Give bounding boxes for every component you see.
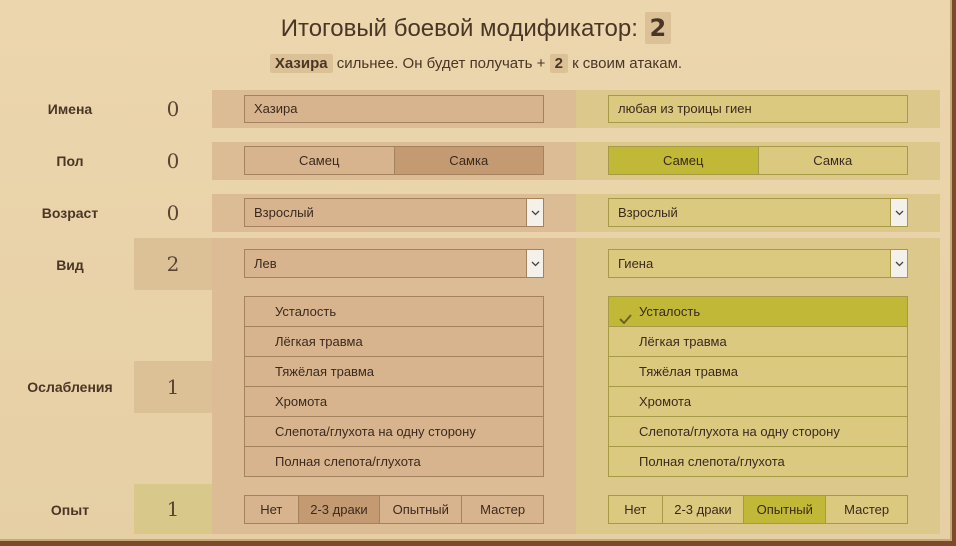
- right-names-cell: любая из троицы гиен: [576, 90, 940, 128]
- right-species-select[interactable]: Гиена: [608, 249, 908, 278]
- battle-modifier-panel: Итоговый боевой модификатор: 2 Хазира си…: [0, 0, 952, 541]
- experience-row: Опыт 1 Нет 2-3 драки Опытный Мастер Нет …: [0, 484, 950, 534]
- left-debuffs-cell: Усталость Лёгкая травма Тяжёлая травма Х…: [212, 290, 576, 484]
- species-score: 2: [134, 238, 212, 290]
- right-sex-toggle: Самец Самка: [608, 146, 908, 175]
- right-exp-none-button[interactable]: Нет: [609, 496, 662, 523]
- left-exp-experienced-button[interactable]: Опытный: [379, 496, 462, 523]
- left-species-value: Лев: [254, 256, 277, 271]
- right-experience-cell: Нет 2-3 драки Опытный Мастер: [576, 484, 940, 534]
- right-debuff-item[interactable]: Хромота: [609, 386, 907, 416]
- right-debuffs-cell: Усталость Лёгкая травма Тяжёлая травма Х…: [576, 290, 940, 484]
- right-debuff-label: Усталость: [639, 304, 701, 319]
- right-species-value: Гиена: [618, 256, 654, 271]
- right-debuff-item[interactable]: Лёгкая травма: [609, 326, 907, 356]
- left-debuff-item[interactable]: Хромота: [245, 386, 543, 416]
- left-experience-toggle: Нет 2-3 драки Опытный Мастер: [244, 495, 544, 524]
- left-name-input[interactable]: Хазира: [244, 95, 544, 123]
- debuffs-label: Ослабления: [27, 379, 113, 395]
- left-species-select[interactable]: Лев: [244, 249, 544, 278]
- stronger-name: Хазира: [269, 54, 333, 73]
- left-exp-fights-button[interactable]: 2-3 драки: [297, 496, 380, 523]
- right-debuff-item-fatigue[interactable]: Усталость: [609, 297, 907, 326]
- left-age-select[interactable]: Взрослый: [244, 198, 544, 227]
- right-age-value: Взрослый: [618, 205, 678, 220]
- left-age-value: Взрослый: [254, 205, 314, 220]
- sex-score: 0: [166, 149, 180, 173]
- left-debuffs-list: Усталость Лёгкая травма Тяжёлая травма Х…: [244, 296, 544, 477]
- right-sex-female-button[interactable]: Самка: [757, 147, 907, 174]
- left-sex-toggle: Самец Самка: [244, 146, 544, 175]
- sex-label: Пол: [56, 153, 84, 169]
- right-age-select[interactable]: Взрослый: [608, 198, 908, 227]
- right-species-cell: Гиена: [576, 238, 940, 290]
- right-debuff-item[interactable]: Слепота/глухота на одну сторону: [609, 416, 907, 446]
- chevron-down-icon[interactable]: [890, 199, 907, 226]
- right-sex-male-button[interactable]: Самец: [609, 147, 758, 174]
- right-debuff-item[interactable]: Полная слепота/глухота: [609, 446, 907, 476]
- age-score: 0: [166, 201, 180, 225]
- summary-text-2: к своим атакам.: [572, 55, 683, 72]
- title-text: Итоговый боевой модификатор:: [280, 15, 638, 42]
- left-exp-none-button[interactable]: Нет: [245, 496, 298, 523]
- right-sex-cell: Самец Самка: [576, 142, 940, 180]
- left-age-cell: Взрослый: [212, 194, 576, 232]
- left-sex-cell: Самец Самка: [212, 142, 576, 180]
- left-experience-cell: Нет 2-3 драки Опытный Мастер: [212, 484, 576, 534]
- right-exp-master-button[interactable]: Мастер: [825, 496, 908, 523]
- left-debuff-item[interactable]: Усталость: [245, 297, 543, 326]
- names-row: Имена 0 Хазира любая из троицы гиен: [0, 90, 950, 128]
- left-sex-male-button[interactable]: Самец: [245, 147, 394, 174]
- left-debuff-item[interactable]: Слепота/глухота на одну сторону: [245, 416, 543, 446]
- left-debuff-item[interactable]: Лёгкая травма: [245, 326, 543, 356]
- left-debuff-item[interactable]: Полная слепота/глухота: [245, 446, 543, 476]
- debuffs-score: 1: [134, 361, 212, 413]
- left-exp-master-button[interactable]: Мастер: [461, 496, 544, 523]
- right-debuff-item[interactable]: Тяжёлая травма: [609, 356, 907, 386]
- page-title: Итоговый боевой модификатор: 2: [0, 12, 950, 44]
- summary-text-1: сильнее. Он будет получать +: [336, 55, 546, 72]
- left-names-cell: Хазира: [212, 90, 576, 128]
- left-debuff-item[interactable]: Тяжёлая травма: [245, 356, 543, 386]
- sex-row: Пол 0 Самец Самка Самец Самка: [0, 142, 950, 180]
- debuffs-row: Ослабления 1 Усталость Лёгкая травма Тяж…: [0, 290, 950, 484]
- result-summary: Хазира сильнее. Он будет получать + 2 к …: [0, 54, 950, 73]
- right-name-input[interactable]: любая из троицы гиен: [608, 95, 908, 123]
- species-label: Вид: [56, 257, 84, 273]
- experience-score: 1: [134, 484, 212, 534]
- age-row: Возраст 0 Взрослый Взрослый: [0, 194, 950, 232]
- bonus-value: 2: [549, 54, 568, 73]
- right-age-cell: Взрослый: [576, 194, 940, 232]
- total-modifier-value: 2: [644, 12, 672, 44]
- chevron-down-icon[interactable]: [890, 250, 907, 277]
- chevron-down-icon[interactable]: [526, 199, 543, 226]
- left-species-cell: Лев: [212, 238, 576, 290]
- right-exp-fights-button[interactable]: 2-3 драки: [661, 496, 744, 523]
- right-debuffs-list: Усталость Лёгкая травма Тяжёлая травма Х…: [608, 296, 908, 477]
- left-sex-female-button[interactable]: Самка: [393, 147, 543, 174]
- right-exp-experienced-button[interactable]: Опытный: [743, 496, 826, 523]
- experience-label: Опыт: [50, 502, 90, 518]
- names-score: 0: [166, 97, 180, 121]
- right-experience-toggle: Нет 2-3 драки Опытный Мастер: [608, 495, 908, 524]
- age-label: Возраст: [41, 205, 99, 221]
- species-row: Вид 2 Лев Гиена: [0, 238, 950, 290]
- names-label: Имена: [47, 101, 93, 117]
- chevron-down-icon[interactable]: [526, 250, 543, 277]
